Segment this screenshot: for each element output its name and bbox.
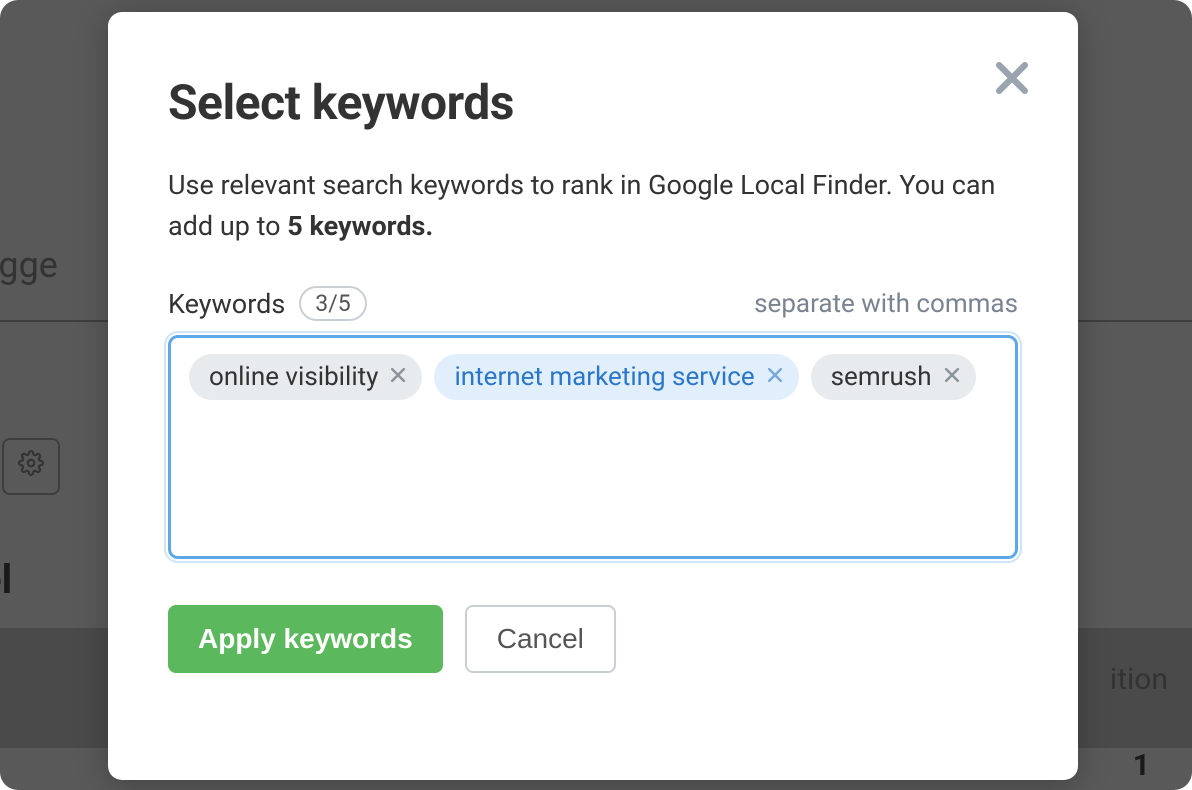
keyword-tag-label: semrush (831, 362, 932, 392)
keyword-tag-label: online visibility (209, 362, 378, 392)
bg-row-number: 1 (1133, 748, 1150, 783)
keyword-tag-label: internet marketing service (454, 362, 754, 392)
select-keywords-modal: Select keywords Use relevant search keyw… (108, 12, 1078, 780)
keyword-tag[interactable]: online visibility (189, 354, 422, 400)
bg-heading-fragment: vel (0, 556, 12, 603)
cancel-button[interactable]: Cancel (465, 605, 616, 673)
keywords-hint: separate with commas (754, 289, 1018, 319)
close-button[interactable] (990, 56, 1034, 100)
close-icon (990, 85, 1034, 104)
bg-settings-button[interactable] (2, 438, 60, 495)
bg-button-group: sh (0, 438, 60, 495)
keywords-label-group: Keywords 3/5 (168, 286, 367, 321)
keywords-count-badge: 3/5 (299, 286, 366, 321)
keyword-tag[interactable]: semrush (811, 354, 976, 400)
keyword-tag-remove[interactable] (942, 367, 962, 387)
keyword-tag[interactable]: internet marketing service (434, 354, 798, 400)
modal-button-row: Apply keywords Cancel (168, 605, 1018, 673)
bg-column-fragment: ition (1110, 662, 1168, 697)
keyword-tag-remove[interactable] (765, 367, 785, 387)
close-icon (388, 362, 408, 392)
keywords-label: Keywords (168, 288, 285, 320)
close-icon (765, 362, 785, 392)
close-icon (942, 362, 962, 392)
gear-icon (18, 450, 44, 483)
modal-description-bold: 5 keywords. (287, 210, 433, 242)
bg-text-fragment: r Sugge (0, 244, 58, 286)
keywords-input[interactable]: online visibility internet marketing serv… (168, 335, 1018, 559)
keywords-field-header: Keywords 3/5 separate with commas (168, 286, 1018, 321)
modal-title: Select keywords (168, 74, 1018, 131)
modal-description: Use relevant search keywords to rank in … (168, 165, 1018, 246)
apply-keywords-button[interactable]: Apply keywords (168, 605, 443, 673)
keyword-tag-remove[interactable] (388, 367, 408, 387)
